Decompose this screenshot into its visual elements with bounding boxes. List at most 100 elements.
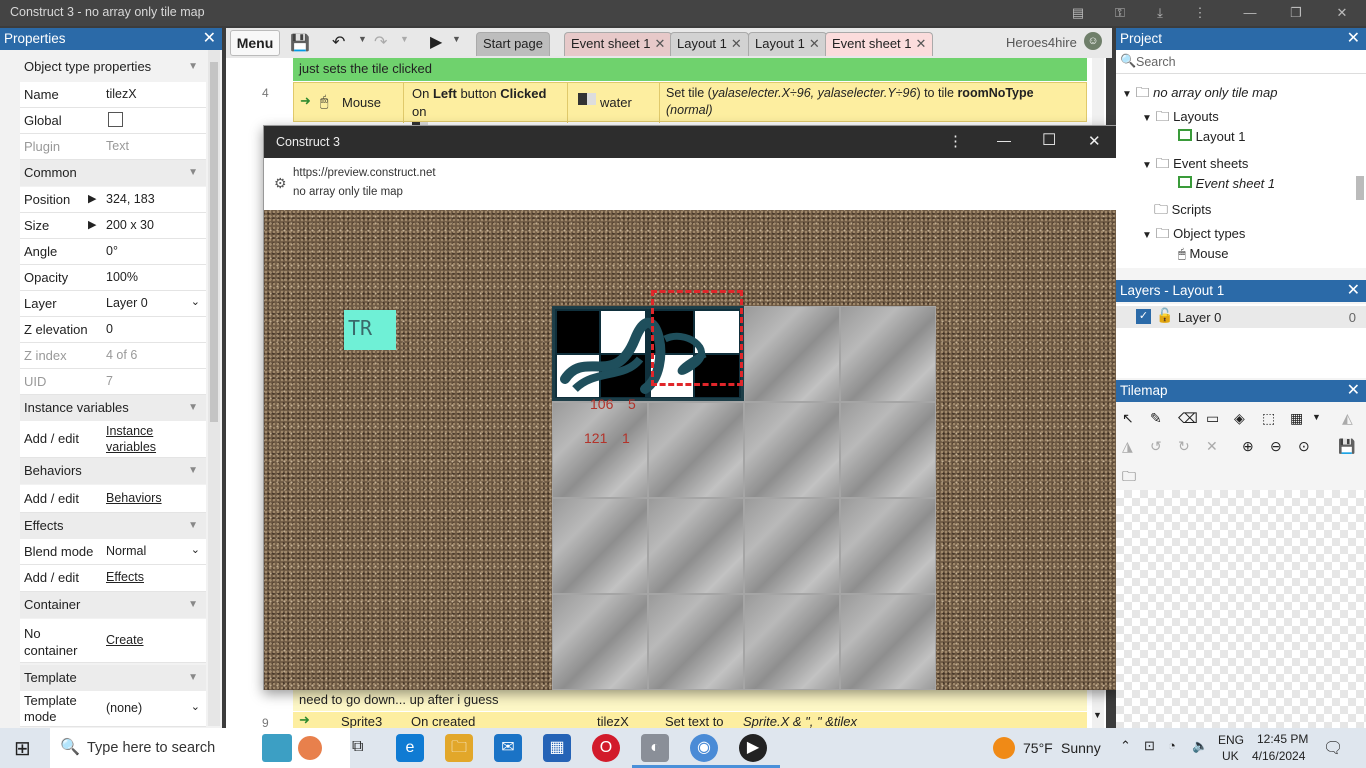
chevron-up-icon[interactable]: ⌃ [1120, 738, 1131, 754]
rectangle-icon[interactable]: ▭ [1206, 410, 1219, 427]
tree-layout-1[interactable]: Layout 1 [1178, 129, 1246, 144]
clipboard-icon[interactable]: ▤ [1068, 3, 1088, 23]
scrollbar-thumb[interactable] [210, 62, 218, 422]
file-explorer-icon[interactable]: 🗀 [445, 734, 473, 762]
comment-row[interactable]: just sets the tile clicked [293, 58, 1087, 81]
size-row[interactable]: Size ▶ 200 x 30 [20, 213, 206, 239]
more-icon[interactable]: ⋮ [948, 132, 963, 150]
project-scrollbar-thumb[interactable] [1356, 176, 1364, 200]
effects-link[interactable]: Effects [106, 570, 144, 584]
fill-icon[interactable]: ◈ [1234, 410, 1245, 427]
action-object[interactable]: water [572, 83, 660, 123]
chevron-down-icon[interactable]: ⌄ [191, 295, 200, 308]
taskbar-search-input[interactable]: Type here to search [87, 740, 215, 756]
instance-variables-link[interactable]: Instance variables [106, 423, 186, 455]
more-icon[interactable]: ⋮ [1190, 3, 1210, 23]
condition-text[interactable]: On Left button Clicked on water [406, 83, 568, 137]
folder-icon[interactable]: 🗀 [1122, 466, 1136, 490]
undo-dropdown-icon[interactable]: ▼ [358, 34, 367, 44]
tree-event-sheet-1[interactable]: Event sheet 1 [1178, 176, 1275, 191]
language-1[interactable]: ENG [1218, 733, 1244, 747]
rotate-ccw-icon[interactable]: ↺ [1150, 438, 1162, 455]
brush-icon[interactable]: ▦ [1290, 410, 1303, 427]
z-elevation-row[interactable]: Z elevation 0 [20, 317, 206, 343]
wifi-icon[interactable]: ◔ [1168, 738, 1176, 753]
close-tab-icon[interactable]: ✕ [731, 36, 742, 51]
event-row-4[interactable]: ➜ 🖱 Mouse On Left button Clicked on wate… [293, 82, 1087, 137]
undo-icon[interactable]: ↶ [332, 32, 345, 52]
weather-temp[interactable]: 75°F [1023, 740, 1053, 756]
zoom-reset-icon[interactable]: ⊙ [1298, 438, 1310, 455]
close-tab-icon[interactable]: ✕ [916, 36, 927, 51]
save-icon[interactable]: 💾 [290, 33, 310, 53]
clock-date[interactable]: 4/16/2024 [1252, 749, 1305, 763]
tab-start-page[interactable]: Start page [476, 32, 550, 56]
selection-icon[interactable]: ⬚ [1262, 410, 1275, 427]
properties-scrollbar[interactable] [208, 50, 220, 726]
download-icon[interactable]: ⤓ [1150, 3, 1170, 23]
media-player-icon[interactable]: ▶ [739, 734, 767, 762]
network-icon[interactable]: ⊡ [1144, 738, 1155, 754]
effects-section[interactable]: Effects ▼ [20, 513, 206, 539]
windows-start-icon[interactable]: ⊞ [14, 736, 31, 761]
store-icon[interactable]: ▦ [543, 734, 571, 762]
redo-dropdown-icon[interactable]: ▼ [400, 34, 409, 44]
close-icon[interactable]: ✕ [1088, 132, 1101, 150]
tileset-view[interactable] [1116, 490, 1366, 728]
close-properties-icon[interactable]: ✕ [203, 28, 216, 50]
notifications-icon[interactable]: 🗨 [1323, 738, 1343, 758]
zoom-in-icon[interactable]: ⊕ [1242, 438, 1254, 455]
chrome-icon[interactable]: ◉ [690, 734, 718, 762]
create-container-link[interactable]: Create [106, 633, 144, 647]
search-input[interactable]: Search [1136, 55, 1176, 69]
tab-layout-1[interactable]: Layout 1 ✕ [670, 32, 749, 56]
site-settings-icon[interactable]: ⚙ [274, 175, 287, 192]
tree-object-types[interactable]: ▼ 🗀 Object types [1142, 223, 1245, 247]
close-layers-icon[interactable]: ✕ [1347, 280, 1360, 302]
clock-time[interactable]: 12:45 PM [1257, 732, 1308, 746]
tree-layouts[interactable]: ▼ 🗀 Layouts [1142, 106, 1219, 130]
play-icon[interactable]: ▶ [430, 32, 442, 52]
opera-icon[interactable]: O [592, 734, 620, 762]
behaviors-link[interactable]: Behaviors [106, 491, 162, 505]
language-2[interactable]: UK [1222, 749, 1239, 763]
avatar[interactable]: ☺ [1084, 32, 1102, 50]
condition-object[interactable]: 🖱 Mouse [314, 83, 404, 123]
save-icon[interactable]: 💾 [1338, 438, 1355, 455]
common-section[interactable]: Common ▼ [20, 160, 206, 186]
play-dropdown-icon[interactable]: ▼ [452, 34, 461, 44]
layer-visible-checkbox[interactable]: ✓ [1136, 309, 1151, 324]
object-type-props-section[interactable]: Object type properties ▼ [20, 54, 206, 80]
game-canvas[interactable]: TR 106 5 121 1 [264, 210, 1118, 690]
expand-icon[interactable]: ▶ [88, 218, 96, 231]
key-icon[interactable]: ⚿ [1110, 3, 1130, 23]
rotate-cw-icon[interactable]: ↻ [1178, 438, 1190, 455]
angle-row[interactable]: Angle 0° [20, 239, 206, 265]
close-project-icon[interactable]: ✕ [1347, 28, 1360, 50]
user-name[interactable]: Heroes4hire [1006, 35, 1077, 50]
project-search[interactable]: 🔍 Search [1116, 50, 1366, 74]
flip-icon[interactable]: ◮ [1122, 438, 1133, 455]
expand-icon[interactable]: ▶ [88, 192, 96, 205]
tree-event-sheets[interactable]: ▼ 🗀 Event sheets [1142, 153, 1248, 177]
template-section[interactable]: Template ▼ [20, 665, 206, 691]
tree-scripts[interactable]: 🗀 Scripts [1154, 199, 1211, 223]
close-tab-icon[interactable]: ✕ [809, 36, 820, 51]
container-section[interactable]: Container ▼ [20, 592, 206, 618]
scroll-down-icon[interactable]: ▼ [1093, 710, 1102, 720]
close-tab-icon[interactable]: ✕ [655, 36, 666, 51]
volume-icon[interactable]: 🔈 [1192, 738, 1208, 754]
tab-event-sheet-1-active[interactable]: Event sheet 1 ✕ [825, 32, 934, 56]
chevron-down-icon[interactable]: ⌄ [191, 700, 200, 713]
close-icon[interactable]: ✕ [1332, 3, 1352, 23]
clear-icon[interactable]: ✕ [1206, 438, 1218, 455]
tr-sprite[interactable]: TR [344, 310, 396, 350]
restore-icon[interactable]: ❐ [1286, 3, 1306, 23]
comment-row-2[interactable]: need to go down... up after i guess [293, 688, 1087, 711]
chevron-down-icon[interactable]: ▼ [1312, 412, 1321, 422]
tab-layout-1b[interactable]: Layout 1 ✕ [748, 32, 827, 56]
minimize-icon[interactable]: — [1240, 3, 1260, 23]
template-mode-row[interactable]: Template mode (none) ⌄ [20, 691, 206, 727]
chevron-down-icon[interactable]: ⌄ [191, 543, 200, 556]
mail-icon[interactable]: ✉ [494, 734, 522, 762]
